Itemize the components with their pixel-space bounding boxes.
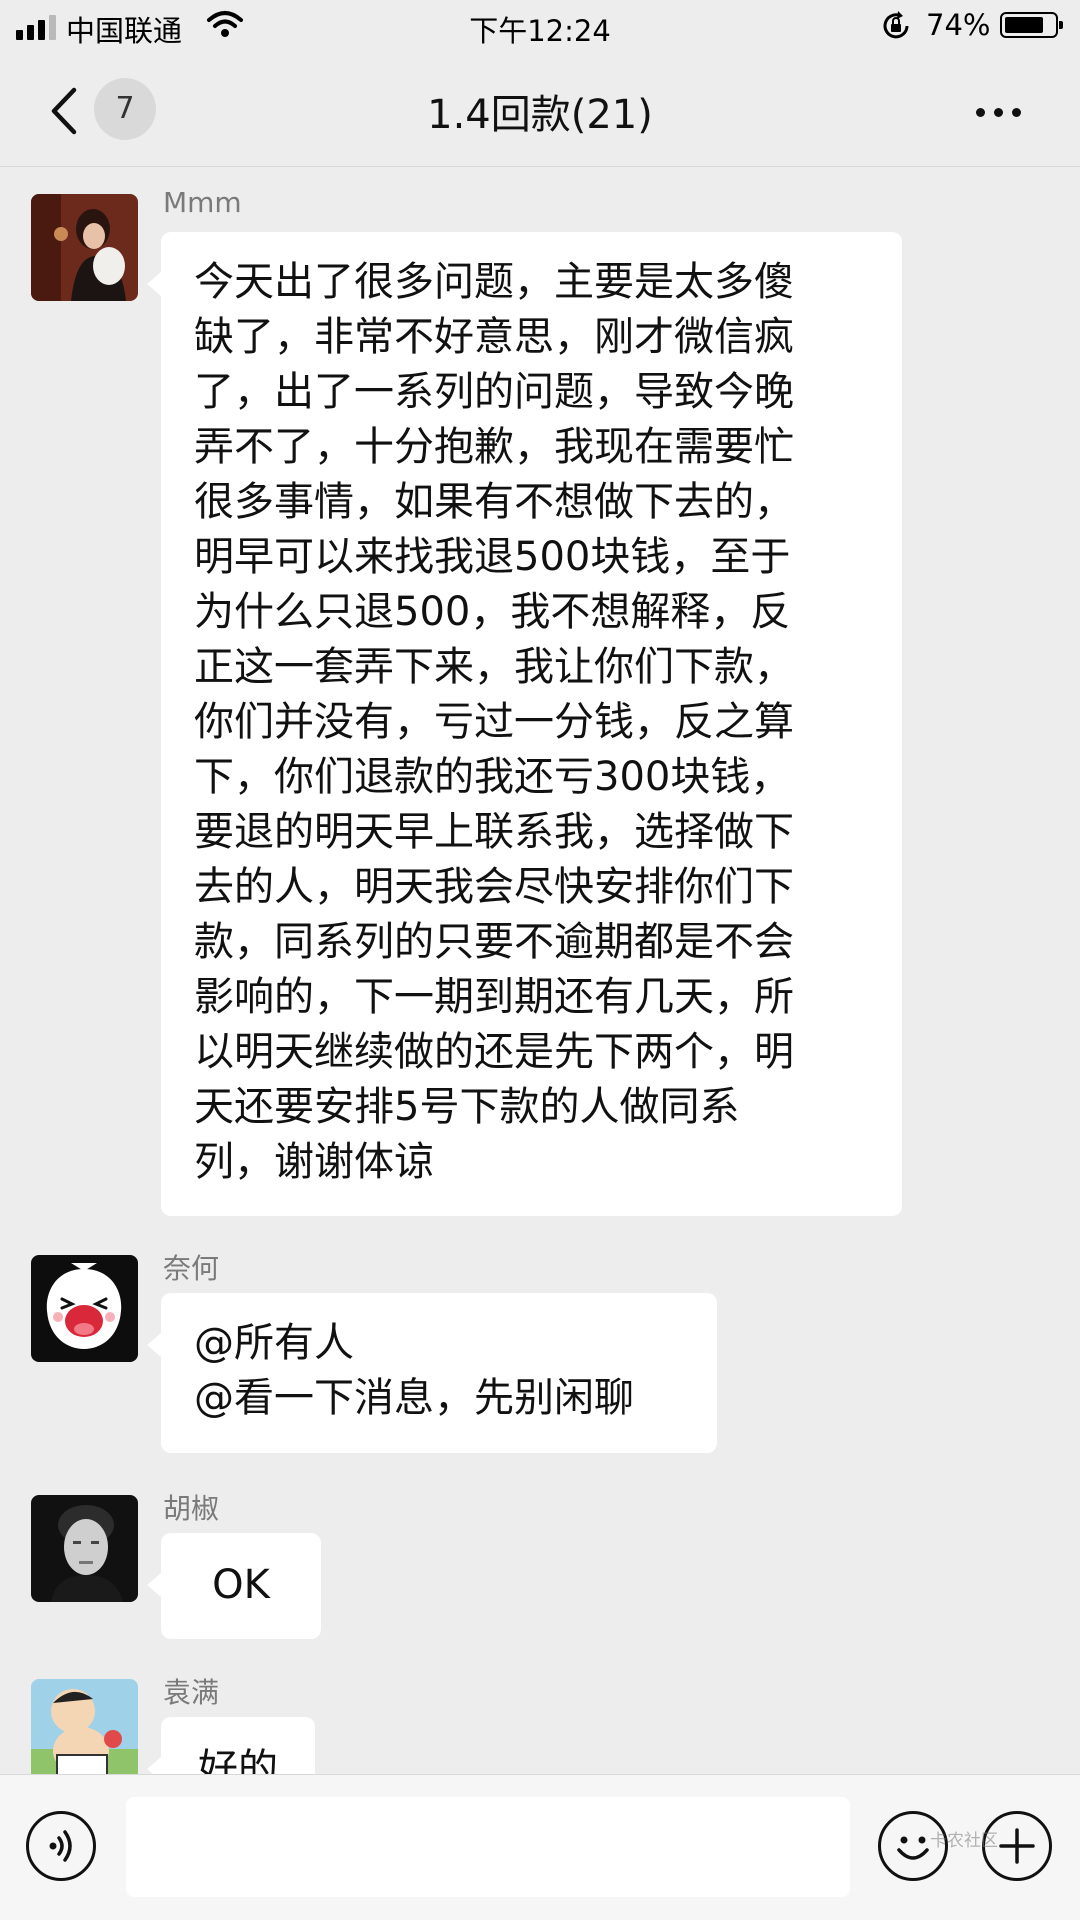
voice-icon — [49, 1830, 72, 1862]
more-dots-icon — [975, 107, 985, 117]
chat-title: 1.4回款(21) — [427, 92, 653, 138]
more-button[interactable] — [960, 84, 1036, 140]
battery-percent: 74% — [926, 8, 991, 42]
message-list[interactable]: Mmm 今天出了很多问题，主要是太多傻 缺了，非常不好意思，刚才微信疯 了，出了… — [0, 167, 1080, 1774]
input-bar — [0, 1774, 1080, 1920]
watermark: 卡农社区 — [930, 1831, 998, 1851]
chat-header: 7 1.4回款(21) — [0, 56, 1080, 167]
message-bubble[interactable]: 好的 — [147, 1717, 315, 1774]
status-bar: 中国联通 下午12:24 74% — [0, 0, 1080, 56]
sender-name: 胡椒 — [163, 1492, 220, 1525]
avatar[interactable] — [31, 1495, 138, 1602]
sender-name: 奈何 — [163, 1252, 220, 1285]
chat-screen: 中国联通 下午12:24 74% 7 1.4回款(21) Mmm 今天出了很多问… — [0, 0, 1080, 1920]
battery-icon — [1000, 12, 1063, 38]
voice-button[interactable] — [26, 1811, 96, 1881]
rotation-lock-icon — [880, 10, 912, 49]
message-bubble[interactable]: @所有人 @看一下消息，先别闲聊 — [147, 1293, 717, 1453]
avatar[interactable] — [31, 1255, 138, 1362]
message-bubble[interactable]: 今天出了很多问题，主要是太多傻 缺了，非常不好意思，刚才微信疯 了，出了一系列的… — [147, 232, 902, 1216]
message-bubble[interactable]: OK — [147, 1533, 321, 1639]
message-input[interactable] — [126, 1797, 850, 1897]
sender-name: 袁满 — [163, 1676, 220, 1709]
sender-name: Mmm — [163, 186, 242, 219]
avatar[interactable] — [31, 1679, 138, 1774]
status-time: 下午12:24 — [469, 14, 611, 48]
avatar[interactable] — [31, 194, 138, 301]
